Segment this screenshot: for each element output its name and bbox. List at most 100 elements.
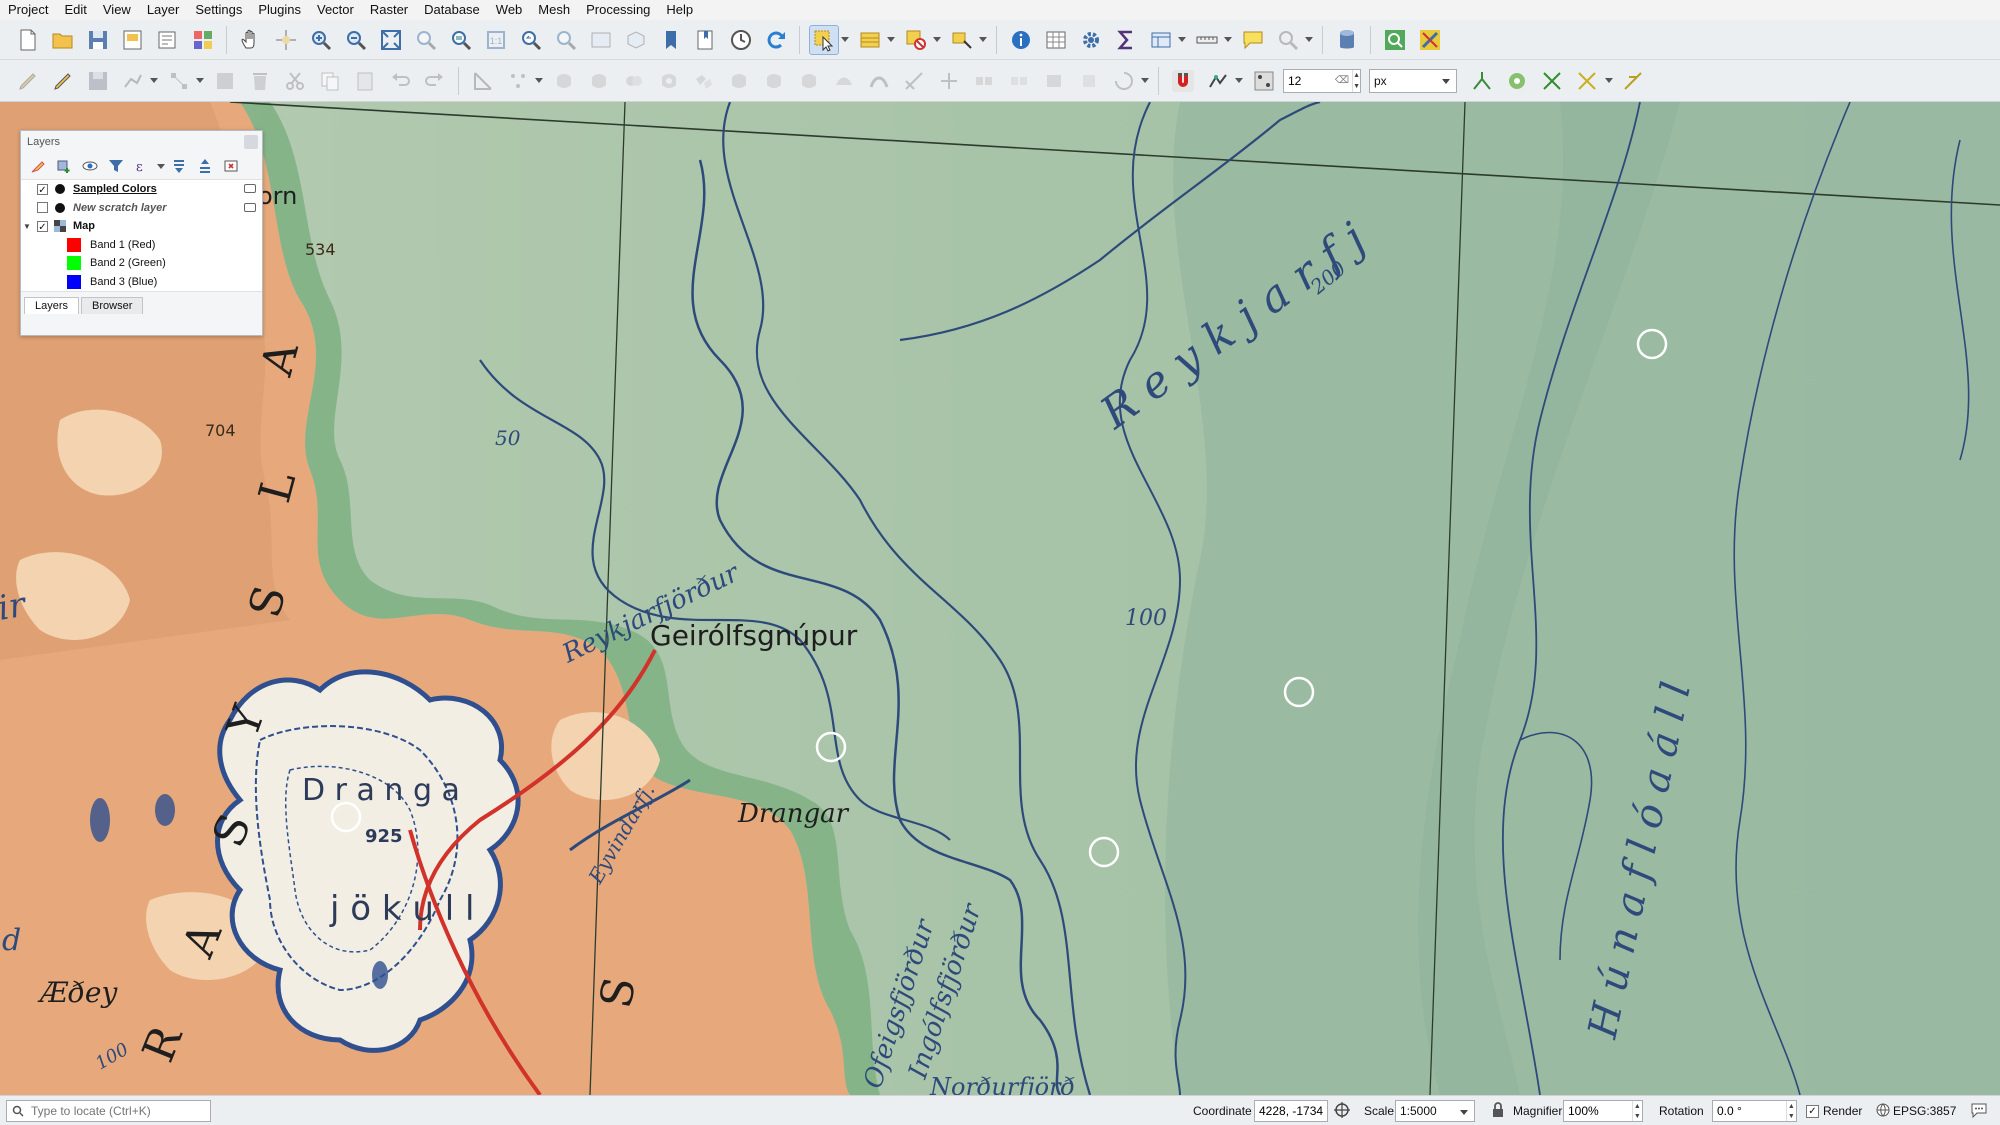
modify-attributes-icon[interactable] bbox=[210, 66, 240, 96]
zoom-in-icon[interactable] bbox=[306, 25, 336, 55]
zoom-full-icon[interactable] bbox=[376, 25, 406, 55]
menu-project[interactable]: Project bbox=[0, 0, 56, 20]
shape-dropdown[interactable] bbox=[535, 66, 543, 96]
rotate-point-dropdown[interactable] bbox=[1141, 66, 1149, 96]
plugin-tools-icon[interactable] bbox=[1415, 25, 1445, 55]
attribute-table-select-icon[interactable] bbox=[855, 25, 885, 55]
deselect-dropdown[interactable] bbox=[933, 25, 941, 55]
fill-ring-icon[interactable] bbox=[724, 66, 754, 96]
open-project-icon[interactable] bbox=[48, 25, 78, 55]
manage-map-themes-icon[interactable] bbox=[79, 155, 101, 177]
style-layer-icon[interactable] bbox=[27, 155, 49, 177]
split-parts-icon[interactable] bbox=[1004, 66, 1034, 96]
coordinate-field[interactable] bbox=[1254, 1100, 1328, 1122]
select-dropdown[interactable] bbox=[841, 25, 849, 55]
new-print-layout-icon[interactable] bbox=[118, 25, 148, 55]
enable-snapping-icon[interactable] bbox=[1168, 66, 1198, 96]
redo-icon[interactable] bbox=[420, 66, 450, 96]
toggle-editing-icon[interactable] bbox=[48, 66, 78, 96]
layer-visibility-checkbox[interactable]: ✓ bbox=[37, 183, 48, 196]
snap-tolerance-input[interactable] bbox=[1284, 73, 1335, 88]
undo-icon[interactable] bbox=[385, 66, 415, 96]
delete-ring-icon[interactable] bbox=[759, 66, 789, 96]
shape-digitizing-icon[interactable] bbox=[503, 66, 533, 96]
spin-down-icon[interactable]: ▼ bbox=[1633, 1111, 1642, 1121]
zoom-native-icon[interactable]: 1:1 bbox=[481, 25, 511, 55]
layer-row-new-scratch-layer[interactable]: New scratch layer bbox=[21, 199, 262, 218]
menu-raster[interactable]: Raster bbox=[362, 0, 416, 20]
digitize-dropdown[interactable] bbox=[150, 66, 158, 96]
menu-database[interactable]: Database bbox=[416, 0, 488, 20]
save-edits-icon[interactable] bbox=[83, 66, 113, 96]
close-icon[interactable] bbox=[244, 135, 258, 149]
select-features-icon[interactable] bbox=[808, 24, 839, 55]
snap-unit-select[interactable]: px bbox=[1369, 68, 1457, 93]
refresh-icon[interactable] bbox=[761, 25, 791, 55]
qgis-search-plugin-icon[interactable] bbox=[1380, 25, 1410, 55]
locator-bar[interactable] bbox=[6, 1100, 211, 1122]
style-manager-icon[interactable] bbox=[188, 25, 218, 55]
messages-icon[interactable] bbox=[1970, 1102, 1988, 1121]
snapping-layers-dropdown[interactable] bbox=[1235, 66, 1243, 96]
tab-browser[interactable]: Browser bbox=[81, 297, 144, 314]
menu-edit[interactable]: Edit bbox=[56, 0, 94, 20]
merge-attributes-icon[interactable] bbox=[1074, 66, 1104, 96]
menu-layer[interactable]: Layer bbox=[139, 0, 188, 20]
coordinate-input[interactable] bbox=[1255, 1104, 1327, 1118]
menu-help[interactable]: Help bbox=[658, 0, 701, 20]
menu-processing[interactable]: Processing bbox=[578, 0, 658, 20]
spin-up-icon[interactable]: ▲ bbox=[1633, 1101, 1642, 1111]
layout-manager-icon[interactable] bbox=[153, 25, 183, 55]
remove-layer-icon[interactable] bbox=[220, 155, 242, 177]
add-part-icon[interactable] bbox=[689, 66, 719, 96]
db-manager-icon[interactable] bbox=[1332, 25, 1362, 55]
vertex-tool-icon[interactable] bbox=[164, 66, 194, 96]
collapse-all-icon[interactable] bbox=[194, 155, 216, 177]
tab-layers[interactable]: Layers bbox=[24, 297, 80, 314]
menu-vector[interactable]: Vector bbox=[309, 0, 362, 20]
menu-settings[interactable]: Settings bbox=[187, 0, 250, 20]
rotation-spinbox[interactable]: ▲▼ bbox=[1712, 1100, 1797, 1122]
delete-part-icon[interactable] bbox=[794, 66, 824, 96]
simplify-feature-icon[interactable] bbox=[619, 66, 649, 96]
reshape-features-icon[interactable] bbox=[829, 66, 859, 96]
trim-extend-icon[interactable] bbox=[934, 66, 964, 96]
save-project-icon[interactable] bbox=[83, 25, 113, 55]
filter-expression-dropdown[interactable] bbox=[157, 156, 165, 176]
statistical-summary-icon[interactable] bbox=[1111, 25, 1141, 55]
self-snapping-icon[interactable] bbox=[1537, 66, 1567, 96]
menu-plugins[interactable]: Plugins bbox=[250, 0, 309, 20]
add-ring-icon[interactable] bbox=[654, 66, 684, 96]
filter-expression-icon[interactable]: ε bbox=[131, 155, 153, 177]
menu-view[interactable]: View bbox=[95, 0, 139, 20]
spin-down-icon[interactable]: ▼ bbox=[1353, 81, 1360, 92]
crs-button[interactable]: EPSG:3857 bbox=[1893, 1104, 1956, 1118]
menu-mesh[interactable]: Mesh bbox=[530, 0, 578, 20]
spin-down-icon[interactable]: ▼ bbox=[1787, 1111, 1796, 1121]
new-project-icon[interactable] bbox=[13, 25, 43, 55]
clear-icon[interactable]: ⌫ bbox=[1335, 75, 1349, 86]
scale-select[interactable]: 1:5000 bbox=[1395, 1100, 1475, 1122]
show-bookmarks-icon[interactable] bbox=[691, 25, 721, 55]
chevron-down-icon[interactable]: ▼ bbox=[21, 222, 33, 231]
globe-icon[interactable] bbox=[1876, 1103, 1890, 1120]
digitize-with-segment-icon[interactable] bbox=[118, 66, 148, 96]
magnifier-spinbox[interactable]: ▲▼ bbox=[1563, 1100, 1643, 1122]
add-group-icon[interactable] bbox=[53, 155, 75, 177]
tracing-dropdown[interactable] bbox=[1605, 66, 1613, 96]
tracing-icon[interactable] bbox=[1572, 66, 1602, 96]
lock-icon[interactable] bbox=[1491, 1102, 1505, 1121]
layer-row-map[interactable]: ▼ ✓ Map bbox=[21, 217, 262, 236]
rotation-input[interactable] bbox=[1713, 1104, 1786, 1118]
magnifier-input[interactable] bbox=[1564, 1104, 1632, 1118]
delete-selected-icon[interactable] bbox=[245, 66, 275, 96]
pan-to-selection-icon[interactable] bbox=[271, 25, 301, 55]
cut-features-icon[interactable] bbox=[280, 66, 310, 96]
snap-tolerance-spinbox[interactable]: ⌫ ▲▼ bbox=[1283, 68, 1361, 93]
zoom-last-icon[interactable] bbox=[516, 25, 546, 55]
vertex-dropdown[interactable] bbox=[196, 66, 204, 96]
map-canvas[interactable]: R e y k j a r f j H ú n a f l ó a á l l … bbox=[0, 102, 2000, 1095]
copy-features-icon[interactable] bbox=[315, 66, 345, 96]
new-bookmark-icon[interactable] bbox=[656, 25, 686, 55]
spin-up-icon[interactable]: ▲ bbox=[1353, 70, 1360, 81]
